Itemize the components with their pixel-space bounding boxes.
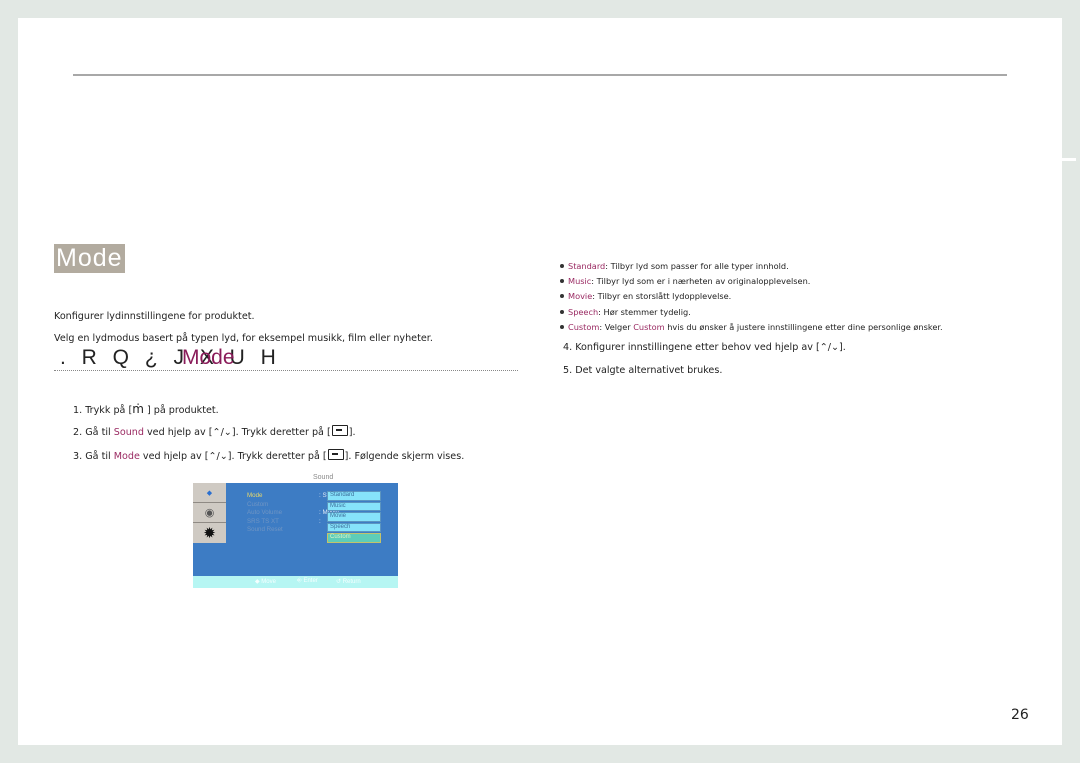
osd-menu-item: SRS TS XT (247, 517, 279, 525)
step-2: 2. Gå til Sound ved hjelp av [⌃/⌄]. Tryk… (73, 425, 356, 438)
step-number: 1. (73, 405, 83, 416)
step-text: Konfigurer innstillingene etter behov ve… (575, 342, 820, 353)
osd-footer: ◆ Move ⎆ Enter ↺ Return (193, 572, 398, 588)
step-text: ]. (839, 342, 846, 353)
step-1: 1. Trykk på [ṁ ] på produktet. (73, 402, 219, 416)
osd-title: Sound (313, 474, 334, 481)
bullet-text: : Hør stemmer tydelig. (598, 306, 691, 317)
osd-menu-item: Auto Volume (247, 509, 283, 517)
bullet-music: Music: Tilbyr lyd som er i nærheten av o… (560, 276, 943, 291)
mode-options-list: Standard: Tilbyr lyd som passer for alle… (560, 261, 943, 337)
step-text: Trykk på [ (85, 405, 133, 416)
bullet-dot-icon (560, 294, 564, 299)
osd-menu-item: Custom (247, 500, 269, 508)
up-down-arrows-icon: ⌃/⌄ (208, 451, 228, 462)
osd-icon-column: ◆ ◉ ✹ (193, 483, 226, 543)
step-3: 3. Gå til Mode ved hjelp av [⌃/⌄]. Trykk… (73, 449, 464, 462)
heading-overlay-text: Mode (182, 346, 235, 369)
step-text: ] på produktet. (143, 405, 219, 416)
osd-option-selected: Custom (327, 533, 381, 543)
step-text: ]. (348, 427, 356, 438)
setup-gear-icon: ✹ (203, 523, 216, 542)
bullet-text: : Velger (599, 321, 634, 332)
step-text: Gå til (85, 451, 114, 462)
osd-option: Standard (327, 491, 381, 501)
osd-footer-move: ◆ Move (255, 579, 276, 585)
page-number: 26 (1011, 707, 1029, 723)
bullet-dot-icon (560, 264, 564, 268)
menu-button-icon: ṁ (132, 402, 144, 416)
step-number: 4. (563, 342, 573, 353)
bullet-text: : Tilbyr en storslått lydopplevelse. (592, 291, 732, 302)
bullet-text: : Tilbyr lyd som er i nærheten av origin… (591, 276, 811, 287)
step-text: ved hjelp av [ (143, 427, 213, 438)
osd-menu-item: Mode (247, 492, 263, 499)
step-text: Det valgte alternativet brukes. (575, 365, 723, 376)
step-text: ]. Trykk deretter på [ (227, 451, 327, 462)
step-number: 3. (73, 451, 83, 462)
bullet-term: Standard (568, 261, 606, 271)
step-5: 5. Det valgte alternativet brukes. (563, 365, 722, 376)
picture-icon: ◆ (193, 483, 226, 503)
procedure-heading: . R Q ¿ J X U H Mode (54, 346, 518, 371)
header-rule (73, 74, 1007, 76)
bullet-standard: Standard: Tilbyr lyd som passer for alle… (560, 261, 943, 276)
step-4: 4. Konfigurer innstillingene etter behov… (563, 342, 846, 353)
highlight-mode: Mode (113, 451, 140, 462)
up-down-arrows-icon: ⌃/⌄ (819, 342, 840, 353)
step-number: 5. (563, 365, 573, 376)
bullet-custom: Custom: Velger Custom hvis du ønsker å j… (560, 322, 943, 337)
heading-garbled-text: . R Q ¿ J X U H (60, 346, 281, 369)
sound-icon: ◉ (193, 503, 226, 523)
bullet-term: Custom (568, 321, 600, 332)
enter-button-icon (331, 425, 348, 436)
step-number: 2. (73, 427, 83, 438)
highlight-sound: Sound (113, 427, 144, 438)
osd-footer-enter: ⎆ Enter (297, 578, 318, 584)
osd-menu-item: Sound Reset (247, 526, 283, 534)
bullet-term: Music (568, 276, 592, 287)
bullet-term: Movie (568, 291, 593, 302)
step-text: ]. Trykk deretter på [ (231, 427, 331, 438)
section-title: Mode (54, 244, 125, 273)
up-down-arrows-icon: ⌃/⌄ (212, 427, 232, 438)
manual-page (18, 18, 1076, 745)
step-text: ]. Følgende skjerm vises. (344, 451, 465, 462)
bullet-term: Speech (568, 306, 599, 317)
intro-text-1: Konfigurer lydinnstillingene for produkt… (54, 311, 255, 322)
osd-option: Speech (327, 522, 381, 533)
osd-footer-return: ↺ Return (336, 579, 361, 585)
bullet-text: : Tilbyr lyd som passer for alle typer i… (605, 261, 789, 271)
osd-menu: Mode Custom Auto Volume SRS TS XT Sound … (247, 492, 283, 535)
bullet-text: hvis du ønsker å justere innstillingene … (664, 321, 943, 332)
bullet-term: Custom (633, 321, 665, 332)
step-text: ved hjelp av [ (139, 451, 209, 462)
bullet-dot-icon (560, 309, 564, 314)
bullet-dot-icon (560, 279, 564, 284)
osd-options-list: Standard Music Movie Speech Custom (327, 491, 381, 544)
side-tab-marker (1062, 158, 1076, 161)
intro-text-2: Velg en lydmodus basert på typen lyd, fo… (54, 333, 433, 344)
osd-footer-divider (263, 572, 398, 576)
bullet-speech: Speech: Hør stemmer tydelig. (560, 307, 943, 322)
bullet-movie: Movie: Tilbyr en storslått lydopplevelse… (560, 291, 943, 306)
osd-option: Movie (327, 512, 381, 522)
osd-option: Music (327, 501, 381, 512)
step-text: Gå til (85, 427, 114, 438)
osd-screen: ◆ ◉ ✹ Mode Custom Auto Volume SRS TS XT … (193, 483, 398, 588)
bullet-dot-icon (560, 324, 564, 329)
enter-button-icon (327, 449, 344, 460)
